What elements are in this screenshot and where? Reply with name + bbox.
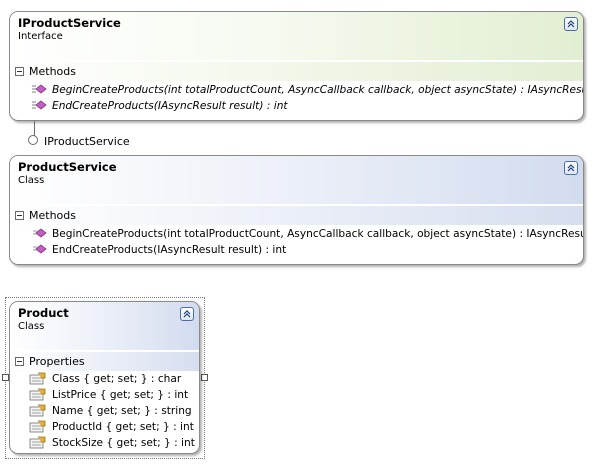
double-chevron-up-icon[interactable] xyxy=(180,307,194,321)
property-signature: ProductId { get; set; } : int xyxy=(52,421,194,433)
property-icon xyxy=(29,436,47,453)
shape-header: IProductService Interface xyxy=(10,12,583,60)
method-row[interactable]: EndCreateProducts(IAsyncResult result) :… xyxy=(10,243,583,259)
property-signature: Class { get; set; } : char xyxy=(52,373,182,385)
property-icon xyxy=(29,420,47,437)
method-icon xyxy=(31,84,47,99)
lollipop-label: IProductService xyxy=(44,135,130,148)
compartment-label: Methods xyxy=(29,65,76,78)
minus-toggle-icon[interactable] xyxy=(15,67,24,76)
compartment-label: Methods xyxy=(29,209,76,222)
method-signature: EndCreateProducts(IAsyncResult result) :… xyxy=(52,244,287,256)
property-row[interactable]: StockSize { get; set; } : int xyxy=(10,436,199,452)
property-signature: StockSize { get; set; } : int xyxy=(52,437,195,449)
compartment-header-methods[interactable]: Methods xyxy=(10,62,583,81)
shape-header: ProductService Class xyxy=(10,156,583,204)
interface-connector-line xyxy=(34,121,35,136)
property-signature: ListPrice { get; set; } : int xyxy=(52,389,189,401)
method-icon xyxy=(31,244,47,259)
class-shape-productservice[interactable]: ProductService Class Methods BeginCreate… xyxy=(9,155,584,265)
property-icon xyxy=(29,372,47,389)
shape-title: Product xyxy=(18,306,69,320)
shape-type-label: Class xyxy=(18,321,45,332)
property-icon xyxy=(29,388,47,405)
property-icon xyxy=(29,404,47,421)
property-row[interactable]: ListPrice { get; set; } : int xyxy=(10,388,199,404)
method-signature: BeginCreateProducts(int totalProductCoun… xyxy=(52,228,584,240)
method-signature: EndCreateProducts(IAsyncResult result) :… xyxy=(52,100,288,112)
method-row[interactable]: BeginCreateProducts(int totalProductCoun… xyxy=(10,227,583,243)
lollipop-icon[interactable] xyxy=(28,135,38,145)
property-row[interactable]: Class { get; set; } : char xyxy=(10,372,199,388)
property-row[interactable]: ProductId { get; set; } : int xyxy=(10,420,199,436)
method-row[interactable]: EndCreateProducts(IAsyncResult result) :… xyxy=(10,99,583,115)
method-icon xyxy=(31,228,47,243)
double-chevron-up-icon[interactable] xyxy=(564,161,578,175)
method-icon xyxy=(31,100,47,115)
interface-shape-iproductservice[interactable]: IProductService Interface Methods BeginC… xyxy=(9,11,584,121)
shape-type-label: Interface xyxy=(18,31,63,42)
double-chevron-up-icon[interactable] xyxy=(564,17,578,31)
shape-title: ProductService xyxy=(18,160,117,174)
shape-title: IProductService xyxy=(18,16,121,30)
minus-toggle-icon[interactable] xyxy=(15,357,24,366)
compartment-header-properties[interactable]: Properties xyxy=(10,352,199,371)
compartment-header-methods[interactable]: Methods xyxy=(10,206,583,225)
property-signature: Name { get; set; } : string xyxy=(52,405,192,417)
shape-type-label: Class xyxy=(18,175,45,186)
shape-header: Product Class xyxy=(10,302,199,350)
compartment-label: Properties xyxy=(29,355,85,368)
method-row[interactable]: BeginCreateProducts(int totalProductCoun… xyxy=(10,83,583,99)
resize-handle-left[interactable] xyxy=(2,374,9,381)
resize-handle-right[interactable] xyxy=(201,374,208,381)
property-row[interactable]: Name { get; set; } : string xyxy=(10,404,199,420)
class-shape-product[interactable]: Product Class Properties Class { get; se… xyxy=(9,301,200,454)
method-signature: BeginCreateProducts(int totalProductCoun… xyxy=(52,84,584,96)
minus-toggle-icon[interactable] xyxy=(15,211,24,220)
